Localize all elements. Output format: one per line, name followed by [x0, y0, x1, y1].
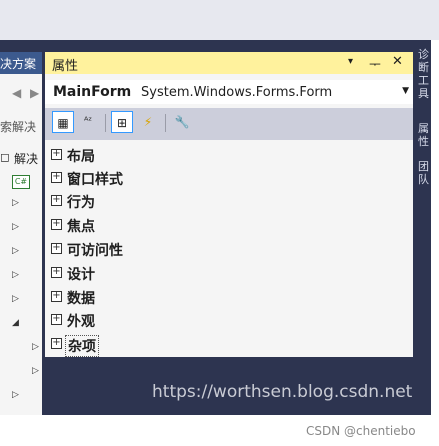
category-label: 设计	[67, 267, 95, 283]
expand-plus-icon[interactable]: +	[51, 219, 62, 230]
toolbar-separator	[165, 114, 166, 132]
expand-arrow-icon[interactable]: ▷	[12, 294, 19, 304]
category-row-misc[interactable]: + 杂项	[45, 333, 413, 357]
category-label: 焦点	[67, 219, 95, 235]
category-label: 可访问性	[67, 243, 123, 259]
category-row-layout[interactable]: + 布局	[45, 144, 413, 167]
object-selector[interactable]: MainForm System.Windows.Forms.Form ▼	[45, 80, 413, 104]
chevron-down-icon[interactable]: ▼	[402, 86, 409, 96]
solution-explorer-header[interactable]: 决方案	[0, 52, 42, 74]
category-row-accessibility[interactable]: + 可访问性	[45, 238, 413, 261]
alphabetical-sort-icon[interactable]: ᴬᶻ	[77, 111, 99, 133]
categorized-view-icon[interactable]: ▦	[52, 111, 74, 133]
category-row-behavior[interactable]: + 行为	[45, 190, 413, 213]
solution-explorer-title: 决方案	[0, 57, 37, 71]
top-strip	[0, 0, 439, 40]
solution-icon: ◻	[0, 150, 10, 164]
solution-search-input[interactable]: 索解决	[0, 118, 36, 135]
category-label: 布局	[67, 149, 95, 165]
category-row-data[interactable]: + 数据	[45, 286, 413, 309]
expand-arrow-icon[interactable]: ▷	[12, 246, 19, 256]
expand-arrow-icon[interactable]: ▷	[12, 270, 19, 280]
expand-plus-icon[interactable]: +	[51, 314, 62, 325]
expand-arrow-icon[interactable]: ▷	[32, 366, 39, 376]
team-tab[interactable]: 团队	[418, 160, 430, 186]
expand-plus-icon[interactable]: +	[51, 267, 62, 278]
solution-item[interactable]: 解决	[14, 150, 38, 167]
diagnostics-tab[interactable]: 诊断工具	[418, 48, 430, 100]
expand-arrow-icon[interactable]: ▷	[12, 390, 19, 400]
events-lightning-icon[interactable]: ⚡	[137, 111, 159, 133]
category-row-appearance[interactable]: + 外观	[45, 309, 413, 332]
watermark: https://worthsen.blog.csdn.net	[152, 382, 413, 402]
category-label: 行为	[67, 195, 95, 211]
expand-plus-icon[interactable]: +	[51, 243, 62, 254]
category-row-focus[interactable]: + 焦点	[45, 214, 413, 237]
forward-icon[interactable]: ▶	[30, 86, 39, 100]
expand-arrow-icon[interactable]: ▷	[12, 222, 19, 232]
close-icon[interactable]: ✕	[392, 54, 403, 69]
category-label: 窗口样式	[67, 172, 123, 188]
expand-plus-icon[interactable]: +	[51, 149, 62, 160]
pin-icon[interactable]: ᅮ	[369, 54, 381, 73]
csharp-project-icon: C#	[12, 175, 30, 189]
solution-explorer-panel: ◀ ▶ 索解决 ◻ 解决 C# ▷ ▷ ▷ ▷ ▷ ◢ ▷ ▷ ▷	[0, 74, 42, 415]
category-label: 外观	[67, 314, 95, 330]
object-name: MainForm	[53, 84, 132, 100]
expand-plus-icon[interactable]: +	[51, 195, 62, 206]
toolbar-separator	[105, 114, 106, 132]
collapse-arrow-icon[interactable]: ◢	[12, 318, 19, 328]
expand-plus-icon[interactable]: +	[51, 172, 62, 183]
properties-title-bar[interactable]: 属性 ▾ ᅮ ✕	[45, 52, 413, 74]
property-pages-wrench-icon[interactable]: 🔧	[171, 111, 193, 133]
credit-text: CSDN @chentiebo	[306, 424, 416, 438]
properties-toolbar: ▦ ᴬᶻ ⊞ ⚡ 🔧	[45, 108, 413, 140]
expand-arrow-icon[interactable]: ▷	[12, 198, 19, 208]
window-menu-icon[interactable]: ▾	[348, 56, 353, 67]
object-type: System.Windows.Forms.Form	[141, 85, 333, 100]
expand-plus-icon[interactable]: +	[51, 338, 62, 349]
back-icon[interactable]: ◀	[12, 86, 21, 100]
properties-side-tab[interactable]: 属性	[418, 122, 430, 148]
expand-plus-icon[interactable]: +	[51, 291, 62, 302]
category-label: 杂项	[65, 335, 99, 357]
expand-arrow-icon[interactable]: ▷	[32, 342, 39, 352]
category-row-design[interactable]: + 设计	[45, 262, 413, 285]
category-row-window-style[interactable]: + 窗口样式	[45, 167, 413, 190]
category-label: 数据	[67, 291, 95, 307]
properties-view-icon[interactable]: ⊞	[111, 111, 133, 133]
properties-title: 属性	[52, 59, 79, 74]
